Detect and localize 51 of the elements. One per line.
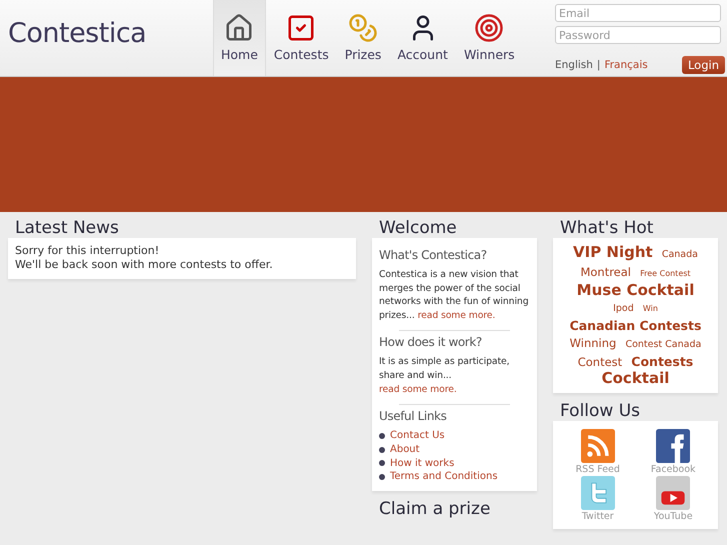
news-text: Sorry for this interruption! (15, 244, 160, 258)
video-icon (656, 476, 690, 510)
paragraph: It is as simple as participate, share and win... read some more. (379, 355, 511, 396)
useful-link[interactable]: Terms and Conditions (379, 470, 530, 484)
useful-link[interactable]: Contact Us (379, 429, 530, 443)
nav-tab[interactable]: Account (389, 0, 456, 76)
facebook-icon (656, 429, 690, 463)
site-logo[interactable]: Contestica (8, 18, 213, 49)
nav-tab[interactable]: Winners (456, 0, 523, 76)
tag-link[interactable]: Winning (570, 336, 616, 350)
bird-icon (580, 476, 615, 510)
section-title: Claim a prize (379, 498, 492, 519)
tag-link[interactable]: VIP Night (573, 243, 653, 261)
tag-link[interactable]: Canada (662, 249, 698, 260)
section-title: Latest News (15, 218, 120, 238)
tag-link[interactable]: Contest Canada (625, 339, 702, 350)
paragraph: Contestica is a new vision that merges the power of the social networks with the fun of winning prizes... read some more. (379, 268, 530, 322)
coins-icon (348, 13, 378, 43)
tag-link[interactable]: Muse Cocktail (576, 281, 694, 299)
section-title: What's Hot (560, 218, 654, 238)
subheading: Useful Links (379, 409, 448, 424)
login-button[interactable]: Login (682, 56, 725, 74)
read-more-link[interactable]: read some more. (418, 310, 496, 321)
section-title: Follow Us (560, 401, 642, 421)
nav-tab[interactable]: Home (213, 0, 266, 76)
email-field[interactable]: Email (555, 4, 721, 22)
useful-link[interactable]: How it works (379, 456, 530, 470)
nav-tab[interactable]: Contests (266, 0, 337, 76)
rss-icon (580, 429, 615, 463)
subheading: How does it work? (379, 335, 483, 350)
tag-link[interactable]: Contest (578, 355, 622, 369)
news-text: We'll be back soon with more contests to offer. (15, 258, 274, 272)
target-icon (474, 13, 504, 43)
section-title: Welcome (379, 218, 458, 238)
tag-link[interactable]: Free Contest (640, 269, 691, 278)
language-link[interactable]: English (555, 59, 593, 71)
house-icon (224, 13, 254, 43)
nav-tab[interactable]: Prizes (336, 0, 390, 76)
tag-link[interactable]: Montreal (580, 265, 632, 279)
language-link[interactable]: Français (604, 59, 648, 71)
read-more-link[interactable]: read some more. (379, 384, 457, 395)
tag-link[interactable]: Canadian Contests (570, 318, 702, 333)
separator-text: | (596, 59, 600, 71)
tag-link[interactable]: Cocktail (602, 369, 670, 387)
subheading: What's Contestica? (379, 248, 488, 262)
tag-link[interactable]: Contests (631, 354, 694, 369)
checkbox-icon (286, 13, 316, 43)
useful-link[interactable]: About (379, 442, 530, 457)
tag-link[interactable]: Win (642, 304, 658, 313)
password-field[interactable]: Password (555, 26, 721, 44)
tag-link[interactable]: Ipod (613, 303, 634, 314)
